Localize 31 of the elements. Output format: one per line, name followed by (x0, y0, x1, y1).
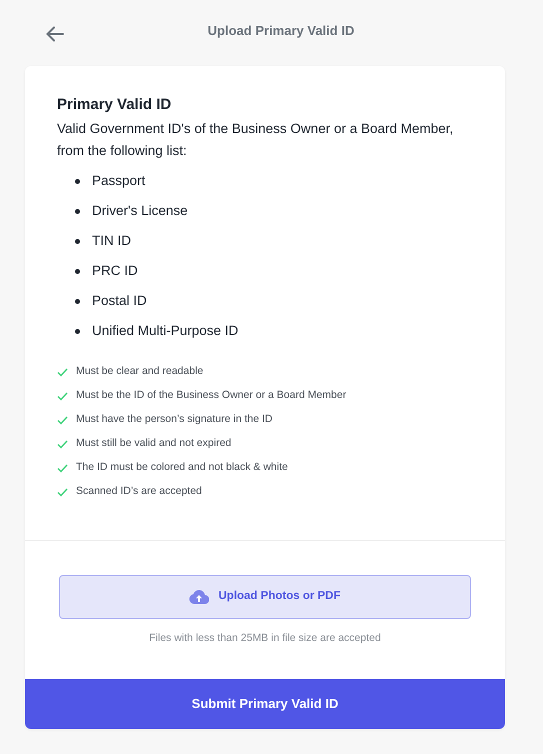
description-text: Valid Government ID's of the Business Owner or a Board Member, from the following list: (57, 120, 454, 160)
check-icon (57, 464, 68, 472)
check-icon (57, 416, 68, 424)
cloud-upload-icon (189, 590, 210, 604)
requirement-text: The ID must be colored and not black & white (76, 460, 288, 476)
id-type-item: Postal ID (92, 292, 147, 310)
file-size-note: Files with less than 25MB in file size are accepted (149, 631, 381, 646)
requirement-text: Must still be valid and not expired (76, 436, 232, 452)
bullet-icon (75, 268, 80, 274)
check-icon (57, 440, 68, 448)
check-icon (57, 368, 68, 376)
requirement-text: Must be clear and readable (76, 364, 204, 380)
bullet-icon (75, 238, 80, 244)
id-type-item: TIN ID (92, 232, 131, 250)
check-icon (57, 488, 68, 496)
upload-button[interactable]: Upload Photos or PDF (59, 575, 471, 619)
bullet-icon (75, 178, 80, 184)
requirement-text: Must have the person’s signature in the ID (76, 412, 273, 428)
id-type-item: Passport (92, 172, 146, 190)
submit-button[interactable]: Submit Primary Valid ID (25, 678, 505, 729)
page-title: Upload Primary Valid ID (206, 22, 356, 40)
id-type-item: Unified Multi-Purpose ID (92, 322, 238, 340)
section-heading: Primary Valid ID (57, 96, 172, 114)
bullet-icon (75, 208, 80, 214)
id-type-item: PRC ID (92, 262, 138, 280)
bullet-icon (75, 328, 80, 334)
requirement-text: Must be the ID of the Business Owner or a Board Member (76, 388, 346, 404)
bullet-icon (75, 298, 80, 304)
requirement-text: Scanned ID’s are accepted (76, 484, 202, 500)
id-type-item: Driver's License (92, 202, 188, 220)
check-icon (57, 392, 68, 400)
